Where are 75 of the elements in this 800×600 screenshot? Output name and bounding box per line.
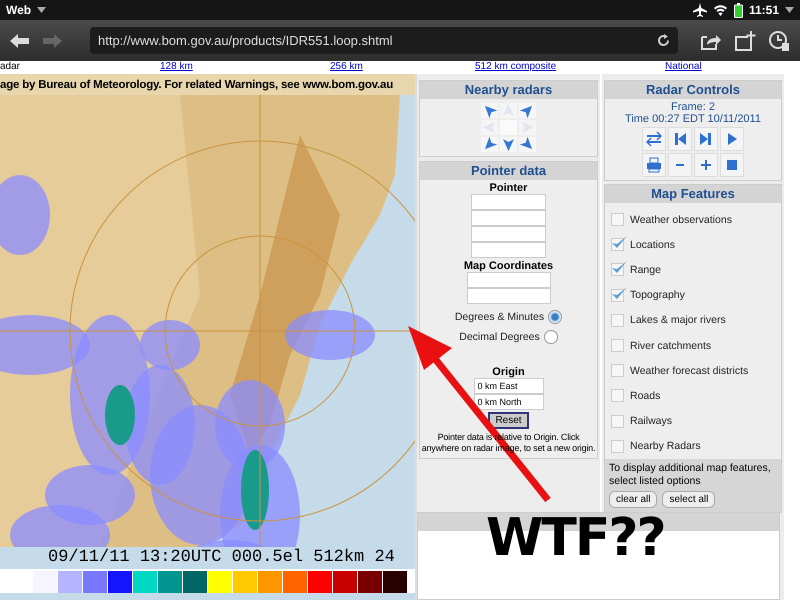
- checkbox-label: Weather observations: [630, 214, 732, 226]
- control-button[interactable]: [694, 153, 718, 177]
- checkbox[interactable]: [611, 389, 624, 402]
- checkbox[interactable]: [611, 440, 624, 453]
- new-card-icon[interactable]: [734, 30, 756, 50]
- range-link[interactable]: 512 km composite: [475, 61, 556, 74]
- minus-icon: [676, 164, 684, 166]
- control-button[interactable]: [668, 153, 692, 177]
- reset-button[interactable]: Reset: [488, 412, 529, 429]
- airplane-icon: [692, 3, 707, 17]
- range-link[interactable]: 128 km: [160, 61, 193, 74]
- checkbox[interactable]: [611, 238, 624, 252]
- app-name: Web: [6, 3, 32, 17]
- option-button[interactable]: select all: [662, 490, 716, 508]
- url-text: http://www.bom.gov.au/products/IDR551.loop.shtml: [98, 33, 394, 48]
- help-text: To display additional map features, select listed options: [609, 462, 772, 488]
- checkbox[interactable]: [611, 339, 624, 352]
- checkbox-label: Range: [630, 264, 661, 276]
- field-label: Map Coordinates: [464, 260, 554, 272]
- caret-icon[interactable]: [785, 7, 794, 13]
- control-button[interactable]: [668, 127, 692, 151]
- skip-forward-icon: [698, 131, 714, 147]
- checkbox[interactable]: [611, 288, 624, 302]
- printer-icon: [646, 157, 662, 173]
- option-button[interactable]: clear all: [609, 490, 658, 508]
- panel-heading: Map Features: [605, 185, 781, 203]
- checkbox-label: River catchments: [630, 340, 712, 352]
- origin-field[interactable]: 0 km East: [474, 378, 544, 394]
- checkbox-label: Weather forecast districts: [630, 364, 748, 377]
- plus-icon: [698, 157, 714, 173]
- wifi-icon: [712, 4, 728, 16]
- arrow-icon[interactable]: [500, 137, 517, 152]
- radio-label: Decimal Degrees: [459, 331, 540, 343]
- control-button[interactable]: [720, 127, 744, 151]
- origin-field[interactable]: 0 km North: [474, 394, 544, 410]
- checkbox-label: Locations: [630, 238, 675, 251]
- panel-heading: Radar Controls: [605, 81, 781, 99]
- checkbox[interactable]: [611, 263, 624, 276]
- url-field[interactable]: http://www.bom.gov.au/products/IDR551.loop.shtml: [90, 27, 678, 54]
- swap-arrows-icon: [646, 131, 662, 147]
- frame-time: Time 00:27 EDT 10/11/2011: [625, 113, 761, 125]
- back-arrow-icon[interactable]: [10, 32, 30, 48]
- annotation-text: WTF??: [486, 510, 665, 566]
- checkbox[interactable]: [611, 213, 624, 226]
- control-button[interactable]: [642, 153, 666, 177]
- checkbox-label: Lakes & major rivers: [630, 314, 726, 326]
- map-banner-text: age by Bureau of Meteorology. For related Warnings, see www.bom.gov.au: [0, 74, 415, 95]
- range-link[interactable]: 256 km: [330, 61, 363, 74]
- checkbox[interactable]: [611, 364, 624, 378]
- battery-icon: [734, 2, 743, 18]
- control-button[interactable]: [720, 153, 744, 177]
- panel-heading: Pointer data: [420, 162, 597, 180]
- radio-button[interactable]: [544, 330, 558, 344]
- checkbox-label: Nearby Radars: [630, 440, 701, 452]
- range-link[interactable]: National: [665, 61, 702, 74]
- clock-time: 11:51: [748, 3, 779, 17]
- control-button[interactable]: [694, 127, 718, 151]
- radio-button[interactable]: [548, 310, 562, 324]
- skip-back-icon: [672, 131, 688, 147]
- checkbox-label: Roads: [630, 390, 660, 402]
- radio-label: Degrees & Minutes: [454, 311, 544, 323]
- reload-icon[interactable]: [657, 34, 670, 47]
- history-icon[interactable]: [768, 30, 790, 52]
- control-button[interactable]: [642, 127, 666, 151]
- stop-icon: [724, 157, 740, 173]
- checkbox-label: Railways: [630, 415, 672, 428]
- caret-icon[interactable]: [37, 7, 46, 13]
- panel-heading: Nearby radars: [420, 81, 597, 99]
- frame-number: Frame: 2: [670, 101, 715, 113]
- field-label: Pointer: [490, 182, 528, 194]
- checkbox-label: Topography: [630, 289, 685, 302]
- field-label: Origin: [492, 366, 525, 378]
- page-text: adar: [0, 61, 22, 74]
- checkbox[interactable]: [611, 414, 624, 428]
- checkbox[interactable]: [611, 314, 624, 327]
